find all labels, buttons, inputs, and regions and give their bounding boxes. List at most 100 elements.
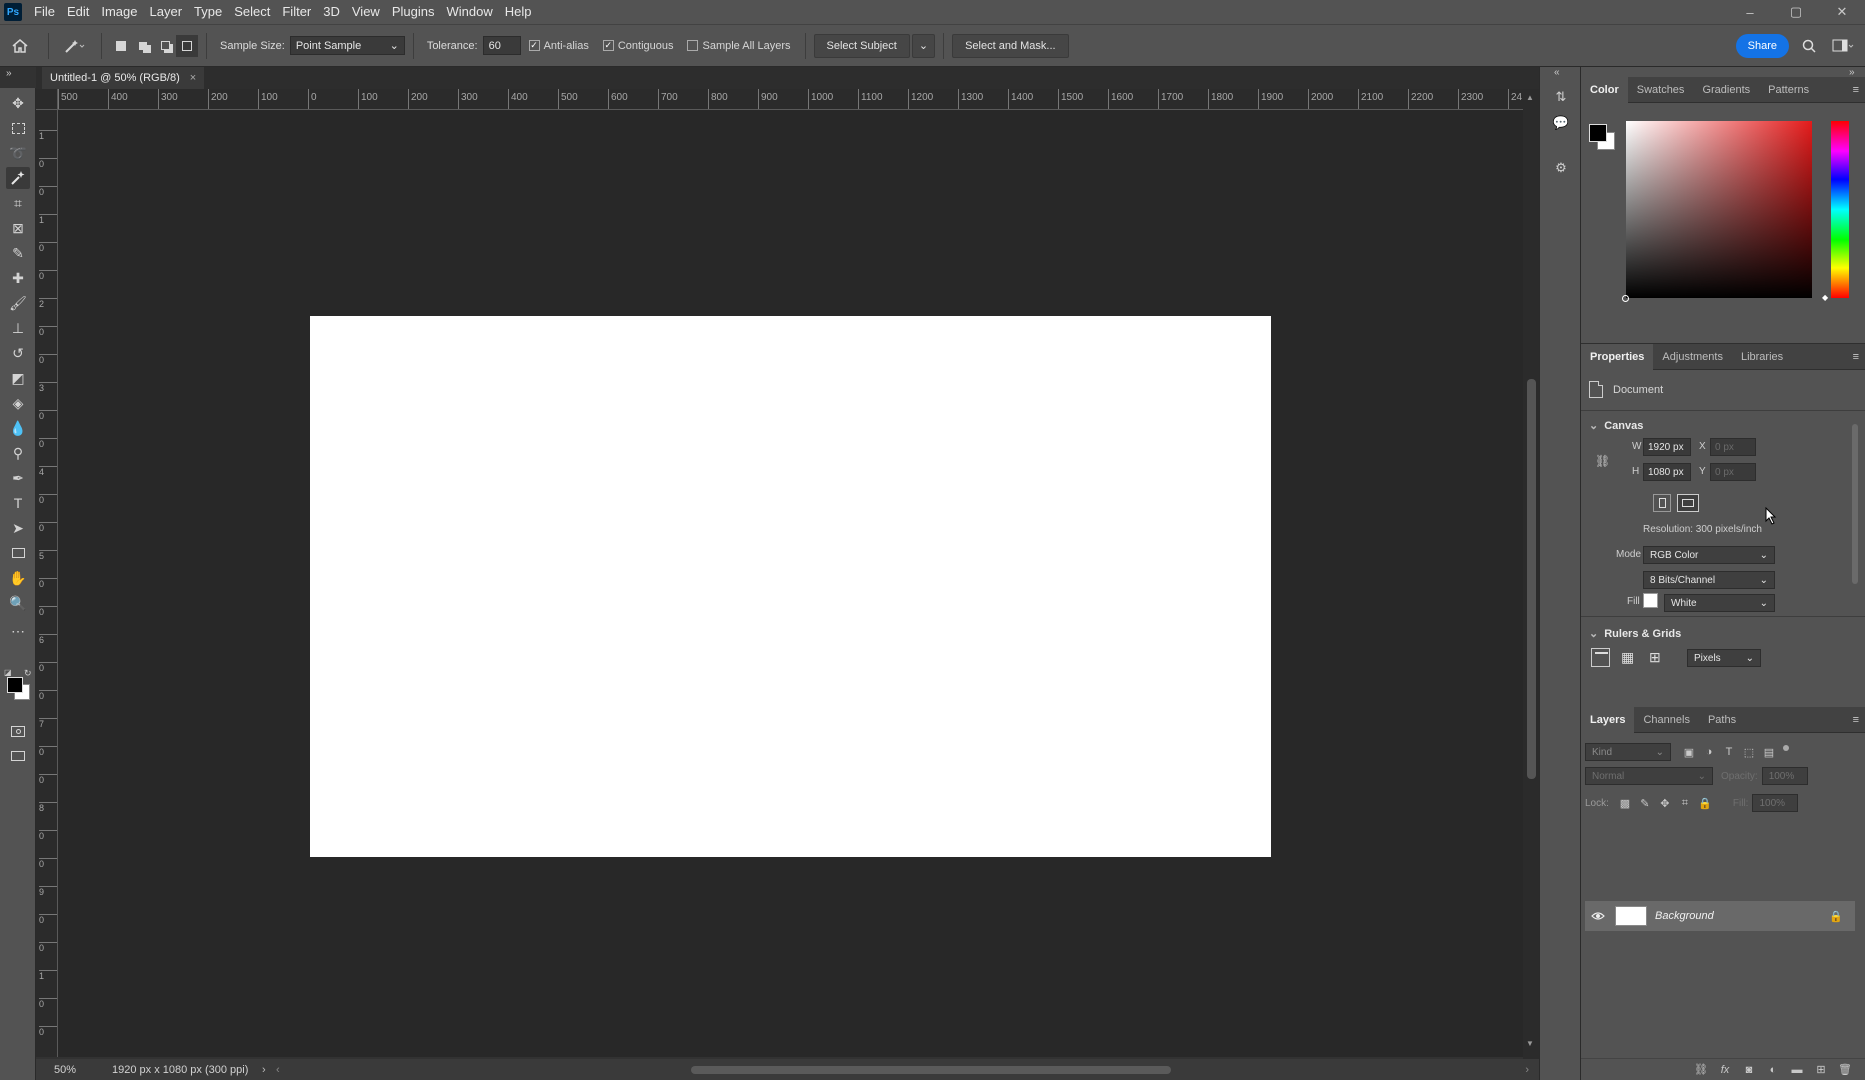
default-colors-icon[interactable]: ◪ bbox=[4, 668, 12, 677]
tab-gradients[interactable]: Gradients bbox=[1693, 77, 1759, 103]
filter-type-icon[interactable]: T bbox=[1719, 742, 1739, 762]
show-grid-icon[interactable]: ▦ bbox=[1621, 649, 1634, 666]
layer-lock-icon[interactable]: 🔒 bbox=[1829, 910, 1843, 923]
screen-mode-icon[interactable] bbox=[6, 745, 30, 767]
rectangle-tool-icon[interactable] bbox=[6, 542, 30, 564]
comments-panel-icon[interactable]: 💬 bbox=[1550, 112, 1572, 134]
filter-adjustment-icon[interactable]: ◑ bbox=[1699, 742, 1719, 762]
blur-tool-icon[interactable]: 💧 bbox=[6, 417, 30, 439]
lock-transparent-icon[interactable]: ▩ bbox=[1615, 793, 1635, 813]
intersect-selection-icon[interactable] bbox=[176, 34, 198, 57]
anti-alias-checkbox[interactable]: ✓ bbox=[528, 40, 540, 51]
foreground-swatch[interactable] bbox=[1589, 124, 1607, 142]
scroll-right-icon[interactable]: › bbox=[1525, 1064, 1529, 1076]
filter-shape-icon[interactable]: ⬚ bbox=[1739, 742, 1759, 762]
pen-tool-icon[interactable]: ✒ bbox=[6, 467, 30, 489]
workspace-icon[interactable] bbox=[1829, 39, 1857, 53]
toolbar-collapse-icon[interactable]: » bbox=[6, 68, 12, 79]
eyedropper-tool-icon[interactable]: ✎ bbox=[6, 242, 30, 264]
tab-layers[interactable]: Layers bbox=[1581, 706, 1635, 733]
type-tool-icon[interactable]: T bbox=[6, 492, 30, 514]
new-layer-icon[interactable]: ⊞ bbox=[1811, 1060, 1831, 1080]
tab-channels[interactable]: Channels bbox=[1634, 707, 1698, 733]
sample-all-layers-checkbox[interactable] bbox=[687, 40, 699, 51]
filter-smart-object-icon[interactable]: ▤ bbox=[1759, 742, 1779, 762]
status-menu-arrow-icon[interactable]: › bbox=[262, 1064, 276, 1076]
collapse-strip-icon[interactable]: « bbox=[1554, 67, 1560, 78]
filter-pixel-icon[interactable]: ▣ bbox=[1679, 742, 1699, 762]
tab-paths[interactable]: Paths bbox=[1699, 707, 1745, 733]
vertical-scroll-thumb[interactable] bbox=[1527, 379, 1536, 779]
crop-tool-icon[interactable]: ⌗ bbox=[6, 192, 30, 214]
move-tool-icon[interactable]: ✥ bbox=[6, 92, 30, 114]
document-canvas[interactable] bbox=[310, 316, 1271, 857]
magic-wand-preset-icon[interactable] bbox=[57, 38, 93, 54]
hue-slider-handle[interactable]: ◆ bbox=[1822, 293, 1828, 302]
portrait-orientation-icon[interactable] bbox=[1653, 494, 1671, 512]
panel-menu-icon[interactable]: ≡ bbox=[1853, 714, 1865, 726]
new-group-icon[interactable]: ▬ bbox=[1787, 1060, 1807, 1080]
tab-libraries[interactable]: Libraries bbox=[1732, 344, 1792, 370]
frame-tool-icon[interactable]: ⊠ bbox=[6, 217, 30, 239]
tab-color[interactable]: Color bbox=[1581, 76, 1628, 103]
quick-mask-icon[interactable] bbox=[6, 720, 30, 742]
menu-layer[interactable]: Layer bbox=[144, 0, 189, 24]
subtract-selection-icon[interactable] bbox=[154, 35, 176, 57]
color-picker-field[interactable] bbox=[1622, 121, 1812, 302]
vertical-ruler[interactable]: 1 0 0 1 0 0 2 0 0 3 0 0 4 0 0 5 0 0 6 0 0 7 0 0 8 0 0 9 0 0 1 0 0 bbox=[36, 110, 58, 1057]
zoom-tool-icon[interactable]: 🔍 bbox=[6, 592, 30, 614]
paint-bucket-tool-icon[interactable]: ◈ bbox=[6, 392, 30, 414]
link-dimensions-icon[interactable]: ⛓ bbox=[1595, 454, 1610, 468]
maximize-button[interactable]: ▢ bbox=[1773, 0, 1819, 24]
document-info[interactable]: 1920 px x 1080 px (300 ppi) bbox=[112, 1064, 262, 1076]
width-input[interactable]: 1920 px bbox=[1643, 438, 1691, 456]
horizontal-ruler[interactable]: 500 400 300 200 100 0 100 200 300 400 500 600 700 800… bbox=[58, 89, 1523, 110]
mode-select[interactable]: RGB Color ⌄ bbox=[1643, 546, 1775, 564]
layer-style-icon[interactable]: fx bbox=[1715, 1060, 1735, 1080]
hand-tool-icon[interactable]: ✋ bbox=[6, 567, 30, 589]
canvas-section-header[interactable]: ⌄ Canvas bbox=[1589, 419, 1643, 433]
scroll-up-icon[interactable]: ▲ bbox=[1526, 93, 1534, 102]
share-button[interactable]: Share bbox=[1735, 33, 1789, 58]
units-select[interactable]: Pixels ⌄ bbox=[1687, 649, 1761, 667]
swap-colors-icon[interactable]: ↻ bbox=[24, 668, 32, 679]
clone-stamp-tool-icon[interactable]: ⊥ bbox=[6, 317, 30, 339]
menu-3d[interactable]: 3D bbox=[317, 0, 346, 24]
tab-adjustments[interactable]: Adjustments bbox=[1653, 344, 1732, 370]
scroll-down-icon[interactable]: ▼ bbox=[1526, 1039, 1534, 1048]
menu-help[interactable]: Help bbox=[499, 0, 538, 24]
height-input[interactable]: 1080 px bbox=[1643, 463, 1691, 481]
panel-menu-icon[interactable]: ≡ bbox=[1853, 351, 1865, 363]
layer-kind-filter[interactable]: Kind ⌄ bbox=[1585, 743, 1671, 761]
layer-row-background[interactable]: Background 🔒 bbox=[1585, 901, 1855, 931]
ruler-corner[interactable] bbox=[36, 89, 58, 110]
select-subject-dropdown[interactable]: ⌄ bbox=[911, 33, 936, 58]
add-selection-icon[interactable] bbox=[132, 35, 154, 57]
lock-all-icon[interactable]: 🔒 bbox=[1695, 793, 1715, 813]
new-selection-icon[interactable] bbox=[110, 35, 132, 57]
color-picker-handle[interactable] bbox=[1622, 295, 1629, 302]
scroll-left-icon[interactable]: ‹ bbox=[276, 1064, 290, 1076]
canvas-workspace[interactable] bbox=[58, 110, 1523, 1057]
show-rulers-icon[interactable] bbox=[1591, 648, 1610, 667]
adjustment-layer-icon[interactable]: ◐ bbox=[1763, 1060, 1783, 1080]
menu-type[interactable]: Type bbox=[188, 0, 228, 24]
learn-panel-icon[interactable]: ⚙ bbox=[1550, 157, 1572, 179]
fill-color-swatch[interactable] bbox=[1643, 593, 1658, 608]
zoom-level[interactable]: 50% bbox=[54, 1064, 112, 1076]
document-tab[interactable]: Untitled-1 @ 50% (RGB/8) × bbox=[42, 67, 205, 89]
menu-file[interactable]: File bbox=[28, 0, 61, 24]
landscape-orientation-icon[interactable] bbox=[1677, 494, 1699, 512]
foreground-color-swatch[interactable] bbox=[7, 677, 23, 693]
menu-image[interactable]: Image bbox=[95, 0, 143, 24]
delete-layer-icon[interactable]: 🗑 bbox=[1835, 1060, 1855, 1080]
marquee-tool-icon[interactable] bbox=[6, 117, 30, 139]
tab-patterns[interactable]: Patterns bbox=[1759, 77, 1818, 103]
add-mask-icon[interactable]: ◙ bbox=[1739, 1060, 1759, 1080]
close-tab-icon[interactable]: × bbox=[190, 72, 196, 84]
panel-menu-icon[interactable]: ≡ bbox=[1853, 84, 1865, 96]
sample-size-select[interactable]: Point Sample ⌄ bbox=[289, 36, 405, 55]
bit-depth-select[interactable]: 8 Bits/Channel ⌄ bbox=[1643, 571, 1775, 589]
history-brush-tool-icon[interactable]: ↺ bbox=[6, 342, 30, 364]
magic-wand-tool-icon[interactable] bbox=[6, 167, 30, 189]
